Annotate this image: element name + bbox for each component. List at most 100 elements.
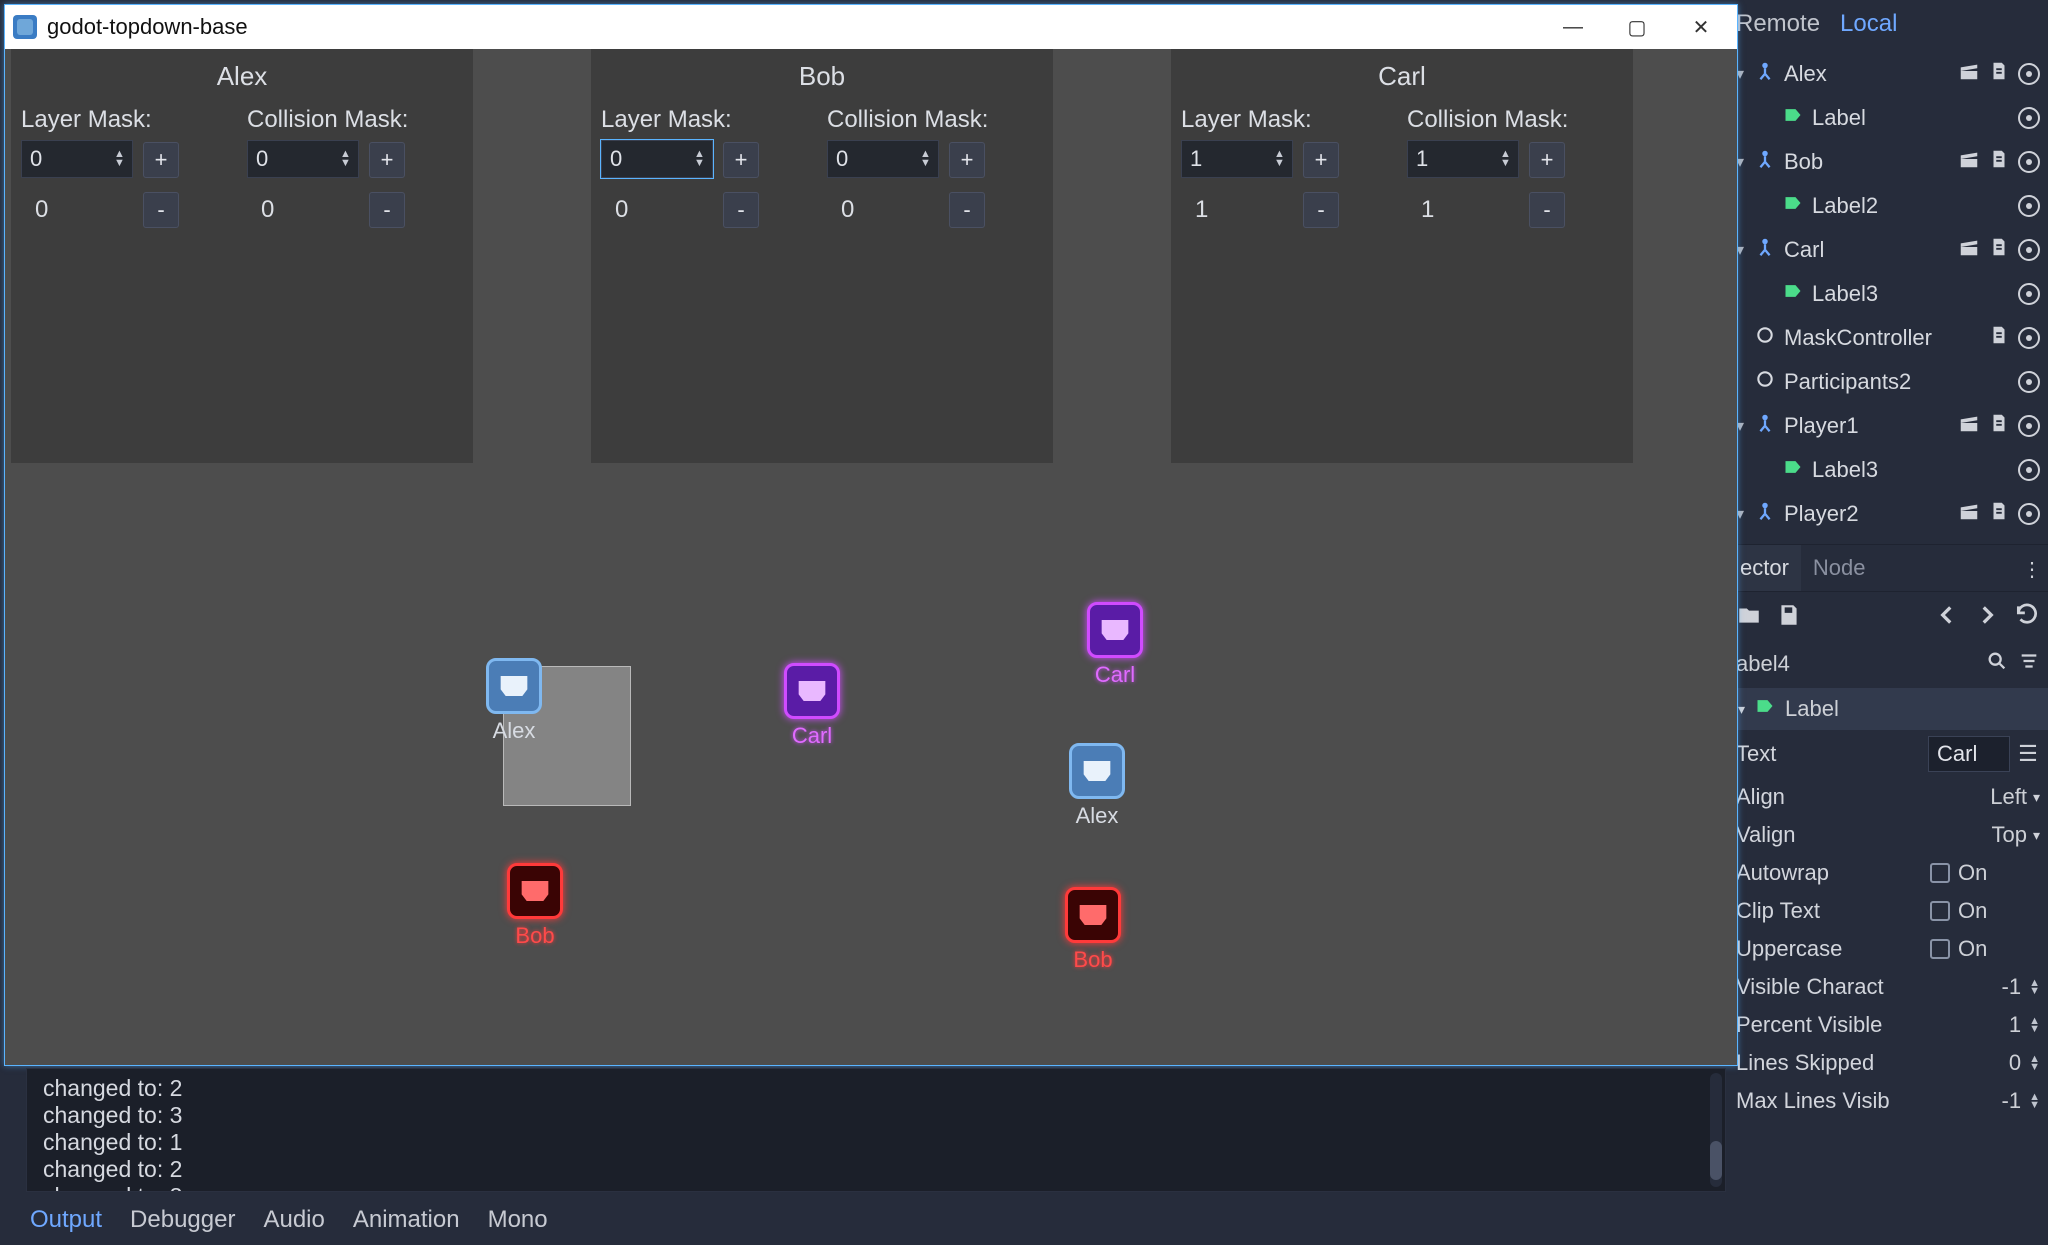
visibility-icon[interactable]: [2018, 283, 2040, 305]
spin-updown-icon[interactable]: ▲▼: [920, 150, 938, 168]
script-icon[interactable]: [1988, 412, 2010, 440]
output-log[interactable]: changed to: 2changed to: 3changed to: 1c…: [26, 1068, 1726, 1192]
layer-mask-input[interactable]: [22, 146, 114, 172]
tree-toggle-icon[interactable]: ▾: [1736, 152, 1750, 172]
clapper-icon[interactable]: [1958, 60, 1980, 88]
inspector-section-label[interactable]: ▾ Label: [1728, 688, 2048, 730]
visibility-icon[interactable]: [2018, 327, 2040, 349]
visibility-icon[interactable]: [2018, 503, 2040, 525]
script-icon[interactable]: [1988, 236, 2010, 264]
visibility-icon[interactable]: [2018, 415, 2040, 437]
cliptext-checkbox[interactable]: On: [1930, 898, 2040, 924]
tab-animation[interactable]: Animation: [353, 1206, 460, 1234]
history-forward-icon[interactable]: [1974, 602, 2000, 634]
text-options-icon[interactable]: ☰: [2016, 741, 2040, 767]
sprite-bob-1[interactable]: Bob: [507, 863, 563, 949]
clapper-icon[interactable]: [1958, 412, 1980, 440]
layer-mask-spinbox[interactable]: ▲▼: [21, 140, 133, 178]
tab-remote[interactable]: Remote: [1736, 10, 1820, 38]
collision-mask-spinbox[interactable]: ▲▼: [247, 140, 359, 178]
sprite-carl-2[interactable]: Carl: [1087, 602, 1143, 688]
collision-remove-button[interactable]: -: [369, 192, 405, 228]
uppercase-checkbox[interactable]: On: [1930, 936, 2040, 962]
tab-inspector[interactable]: ector: [1728, 545, 1801, 591]
tree-toggle-icon[interactable]: ▾: [1736, 64, 1750, 84]
spin-updown-icon[interactable]: ▲▼: [114, 150, 132, 168]
settings-icon[interactable]: [2008, 650, 2040, 678]
clapper-icon[interactable]: [1958, 148, 1980, 176]
tree-toggle-icon[interactable]: ▾: [1736, 240, 1750, 260]
tree-row-label3[interactable]: Label3: [1732, 272, 2044, 316]
tab-node[interactable]: Node: [1801, 545, 1878, 591]
tree-row-player2[interactable]: ▾ Player2: [1732, 492, 2044, 536]
collision-add-button[interactable]: +: [949, 142, 985, 178]
collision-remove-button[interactable]: -: [949, 192, 985, 228]
tab-audio[interactable]: Audio: [263, 1206, 324, 1234]
autowrap-checkbox[interactable]: On: [1930, 860, 2040, 886]
tab-debugger[interactable]: Debugger: [130, 1206, 235, 1234]
visibility-icon[interactable]: [2018, 63, 2040, 85]
collision-mask-spinbox[interactable]: ▲▼: [1407, 140, 1519, 178]
close-button[interactable]: ✕: [1669, 5, 1733, 49]
layer-mask-spinbox[interactable]: ▲▼: [1181, 140, 1293, 178]
spin-updown-icon[interactable]: ▲▼: [694, 150, 712, 168]
tab-local[interactable]: Local: [1840, 10, 1897, 38]
max-lines-spin[interactable]: -1▲▼: [1930, 1088, 2040, 1114]
maximize-button[interactable]: ▢: [1605, 5, 1669, 49]
collision-mask-input[interactable]: [248, 146, 340, 172]
align-select[interactable]: Left▾: [1930, 784, 2040, 810]
percent-visible-spin[interactable]: 1▲▼: [1930, 1012, 2040, 1038]
save-icon[interactable]: [1776, 602, 1802, 634]
titlebar[interactable]: godot-topdown-base — ▢ ✕: [5, 5, 1737, 49]
layer-add-button[interactable]: +: [723, 142, 759, 178]
collision-add-button[interactable]: +: [1529, 142, 1565, 178]
tab-mono[interactable]: Mono: [488, 1206, 548, 1234]
script-icon[interactable]: [1988, 324, 2010, 352]
history-icon[interactable]: [2014, 602, 2040, 634]
sprite-carl-1[interactable]: Carl: [784, 663, 840, 749]
sprite-alex-2[interactable]: Alex: [1069, 743, 1125, 829]
text-input[interactable]: Carl: [1928, 736, 2010, 772]
script-icon[interactable]: [1988, 60, 2010, 88]
layer-mask-input[interactable]: [1182, 146, 1274, 172]
tree-row-carl[interactable]: ▾ Carl: [1732, 228, 2044, 272]
script-icon[interactable]: [1988, 148, 2010, 176]
tab-output[interactable]: Output: [30, 1206, 102, 1234]
tree-row-participants2[interactable]: Participants2: [1732, 360, 2044, 404]
scrollbar[interactable]: [1710, 1073, 1722, 1187]
layer-add-button[interactable]: +: [143, 142, 179, 178]
layer-remove-button[interactable]: -: [723, 192, 759, 228]
spin-updown-icon[interactable]: ▲▼: [1500, 150, 1518, 168]
clapper-icon[interactable]: [1958, 500, 1980, 528]
collision-mask-input[interactable]: [1408, 146, 1500, 172]
layer-remove-button[interactable]: -: [1303, 192, 1339, 228]
tree-row-label[interactable]: Label: [1732, 96, 2044, 140]
tree-toggle-icon[interactable]: ▾: [1736, 504, 1750, 524]
visible-characters-spin[interactable]: -1▲▼: [1930, 974, 2040, 1000]
scene-tree[interactable]: ▾ Alex Label ▾ Bob Label2 ▾ Carl Label3 …: [1728, 52, 2048, 544]
inspector-menu-icon[interactable]: ⋮: [2022, 557, 2042, 582]
clapper-icon[interactable]: [1958, 236, 1980, 264]
collision-add-button[interactable]: +: [369, 142, 405, 178]
tree-toggle-icon[interactable]: ▾: [1736, 416, 1750, 436]
tree-row-bob[interactable]: ▾ Bob: [1732, 140, 2044, 184]
valign-select[interactable]: Top▾: [1930, 822, 2040, 848]
visibility-icon[interactable]: [2018, 151, 2040, 173]
minimize-button[interactable]: —: [1541, 5, 1605, 49]
collision-mask-input[interactable]: [828, 146, 920, 172]
visibility-icon[interactable]: [2018, 459, 2040, 481]
visibility-icon[interactable]: [2018, 195, 2040, 217]
layer-add-button[interactable]: +: [1303, 142, 1339, 178]
layer-remove-button[interactable]: -: [143, 192, 179, 228]
history-back-icon[interactable]: [1934, 602, 1960, 634]
sprite-alex-1[interactable]: Alex: [486, 658, 542, 744]
tree-row-label2[interactable]: Label2: [1732, 184, 2044, 228]
search-icon[interactable]: [1976, 650, 2008, 678]
open-icon[interactable]: [1736, 602, 1762, 634]
visibility-icon[interactable]: [2018, 107, 2040, 129]
tree-row-player1[interactable]: ▾ Player1: [1732, 404, 2044, 448]
tree-row-label3[interactable]: Label3: [1732, 448, 2044, 492]
layer-mask-spinbox[interactable]: ▲▼: [601, 140, 713, 178]
visibility-icon[interactable]: [2018, 371, 2040, 393]
layer-mask-input[interactable]: [602, 146, 694, 172]
